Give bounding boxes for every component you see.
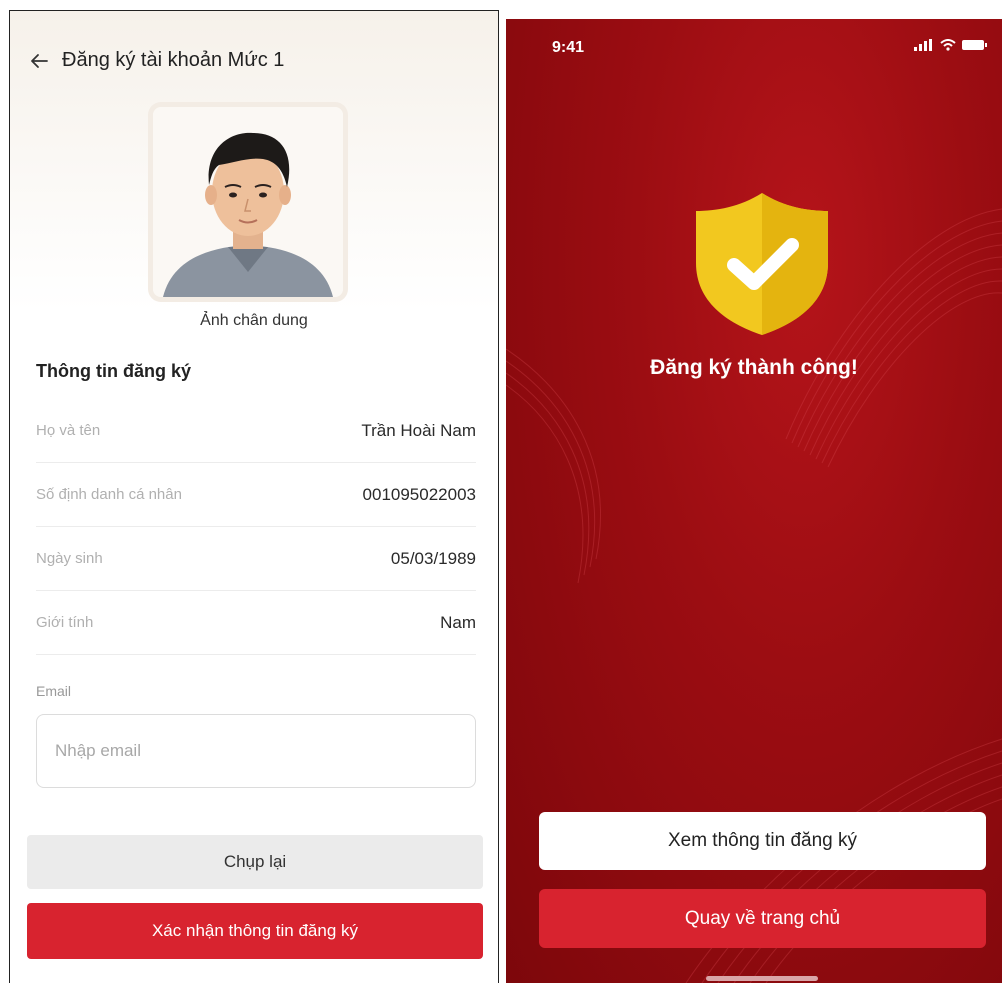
home-indicator <box>706 976 818 981</box>
arrow-left-icon[interactable] <box>30 53 48 69</box>
retake-button[interactable]: Chụp lại <box>27 835 483 889</box>
registration-screen: Đăng ký tài khoản Mức 1 Ảnh chân dung Th… <box>9 10 499 983</box>
info-row-id-number: Số định danh cá nhân 001095022003 <box>36 463 476 527</box>
field-label: Giới tính <box>36 614 94 631</box>
shield-check-icon <box>696 193 828 335</box>
email-label: Email <box>36 683 72 699</box>
status-icons <box>914 39 988 51</box>
status-time: 9:41 <box>552 39 585 56</box>
info-row-gender: Giới tính Nam <box>36 591 476 655</box>
portrait-photo <box>153 107 343 297</box>
field-label: Họ và tên <box>36 422 101 439</box>
header: Đăng ký tài khoản Mức 1 <box>30 49 284 72</box>
go-home-button[interactable]: Quay về trang chủ <box>539 889 986 948</box>
field-value: Trần Hoài Nam <box>361 420 476 440</box>
confirm-registration-button[interactable]: Xác nhận thông tin đăng ký <box>27 903 483 959</box>
wifi-icon <box>940 39 956 51</box>
battery-icon <box>962 40 987 50</box>
cellular-signal-icon <box>914 39 932 51</box>
email-input[interactable] <box>36 714 476 788</box>
success-screen: 9:41 Đăng ký thành công! Xem thông tin đ… <box>506 19 1002 983</box>
field-label: Ngày sinh <box>36 550 103 567</box>
field-value: 001095022003 <box>362 484 476 504</box>
info-row-birth-date: Ngày sinh 05/03/1989 <box>36 527 476 591</box>
section-title: Thông tin đăng ký <box>36 361 191 381</box>
page-title: Đăng ký tài khoản Mức 1 <box>62 49 285 71</box>
portrait-label: Ảnh chân dung <box>200 312 308 329</box>
success-title: Đăng ký thành công! <box>650 356 858 379</box>
field-label: Số định danh cá nhân <box>36 486 182 503</box>
info-row-full-name: Họ và tên Trần Hoài Nam <box>36 399 476 463</box>
field-value: 05/03/1989 <box>390 548 476 568</box>
field-value: Nam <box>440 612 476 632</box>
view-registration-info-button[interactable]: Xem thông tin đăng ký <box>539 812 986 870</box>
